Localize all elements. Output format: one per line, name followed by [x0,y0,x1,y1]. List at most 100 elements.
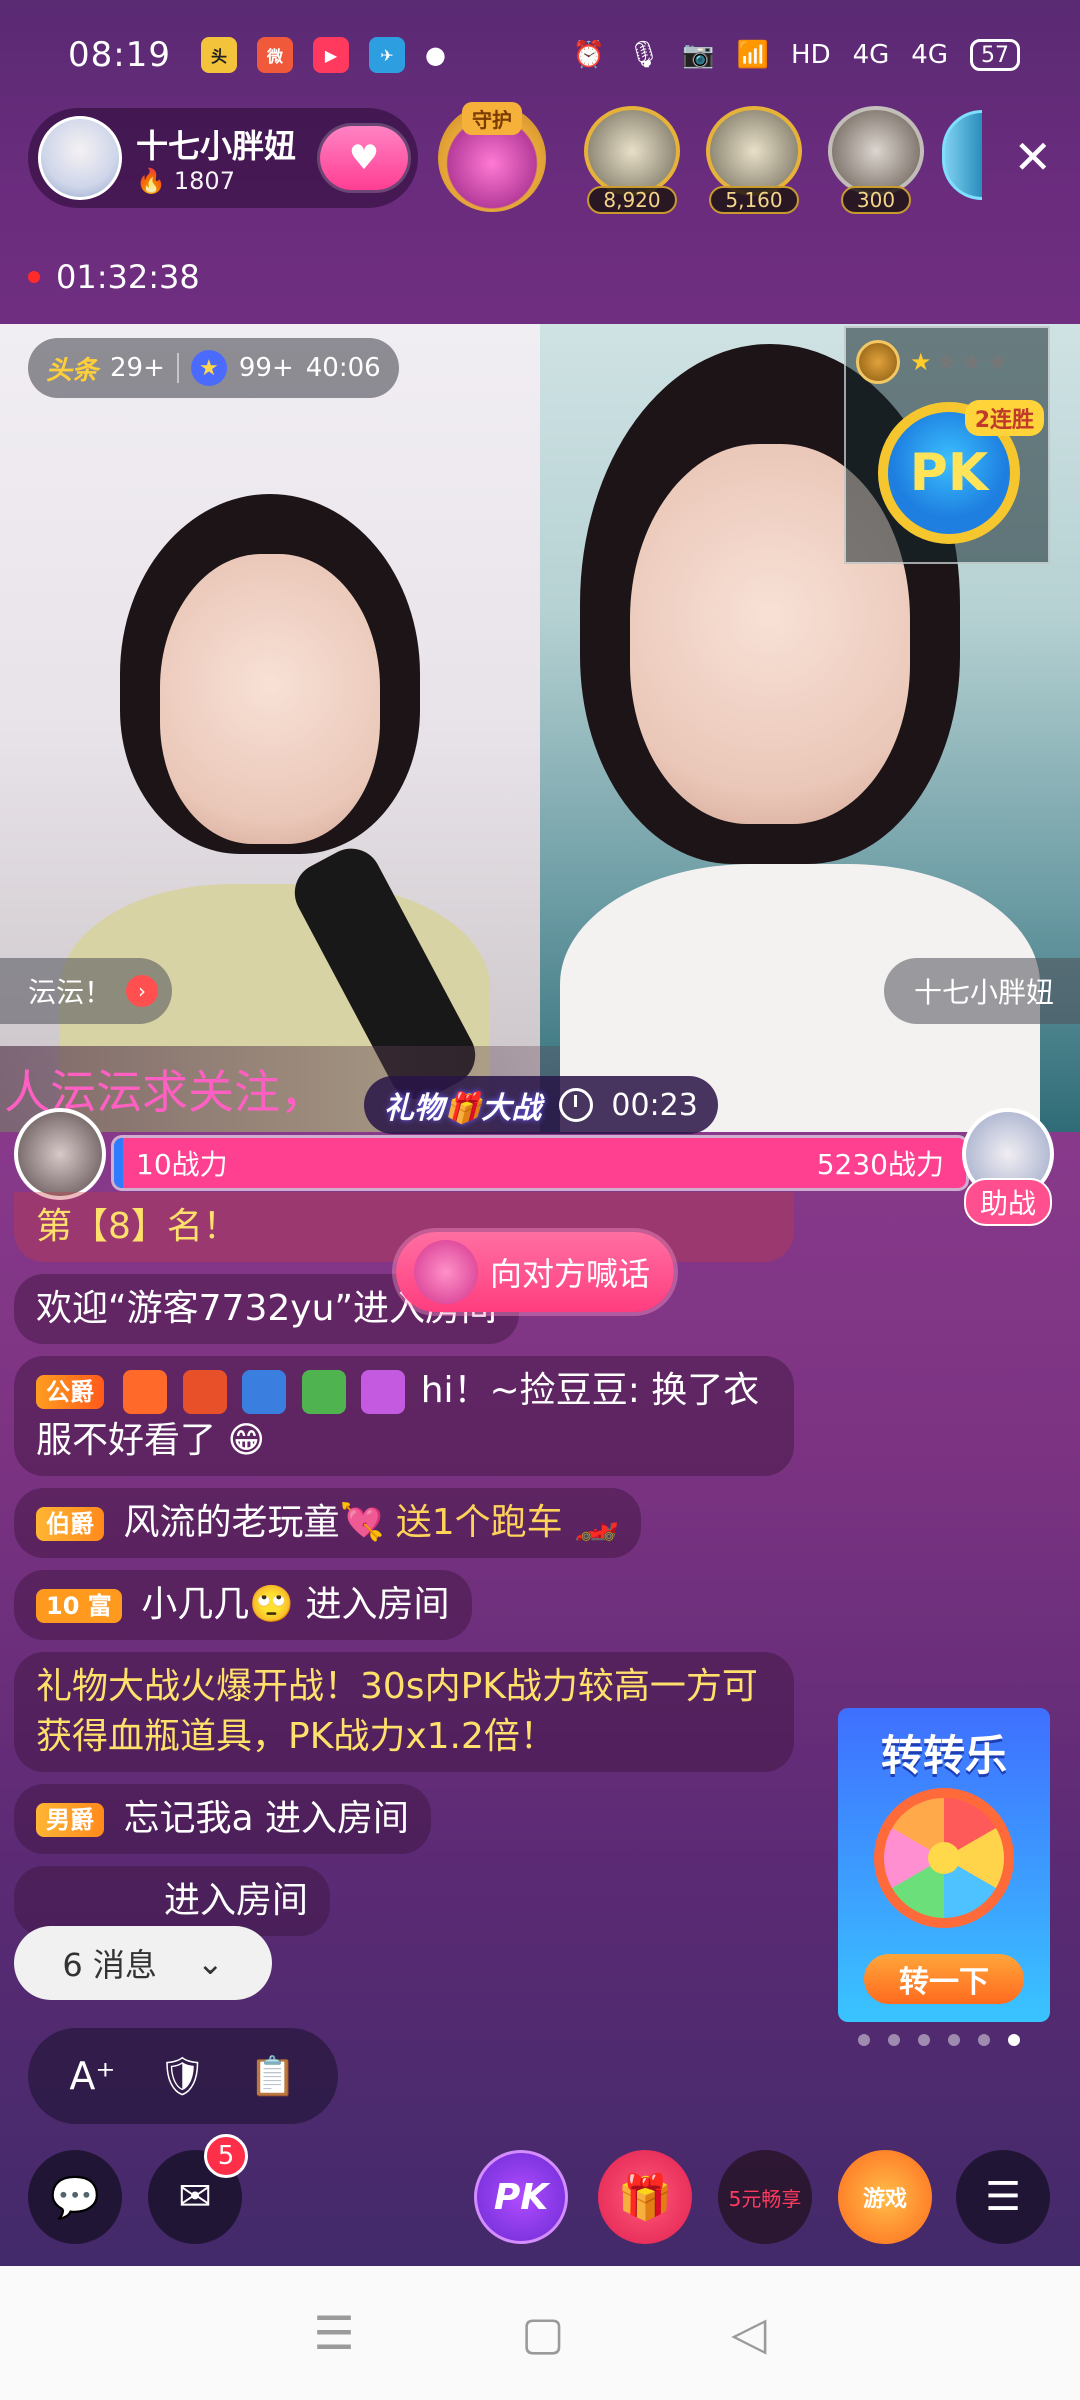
right-power: 5230战力 [816,1148,944,1181]
guard-shield-icon[interactable]: 🛡 [158,2054,206,2099]
menu-button[interactable]: ☰ [956,2150,1050,2244]
host-avatar[interactable] [38,116,122,200]
recents-icon[interactable]: ☰ [313,2306,354,2360]
signal-4g-1: 4G [852,40,890,70]
rank-avatar-partial[interactable] [942,110,982,200]
audience-rank-list: 8,920 5,160 300 [576,106,982,214]
status-time: 08:19 [68,35,171,75]
recording-dot-icon [28,271,40,283]
star-icon: ★ [910,348,932,376]
shout-label: 向对方喊话 [490,1255,651,1293]
status-bar: 08:19 头 微 ▶ ✈ ● ⏰ 🎙 📷 📶 HD 4G 4G 57 [0,0,1080,110]
status-app-icons: 头 微 ▶ ✈ ● [200,37,446,73]
chat-action: 进入房间 [264,1798,409,1839]
battery-icon: 57 [970,39,1020,71]
host-name: 十七小胖妞 [136,127,297,165]
game-button[interactable]: 游戏 [838,2150,932,2244]
left-streamer-tag[interactable]: 沄沄！ › [0,958,173,1024]
pk-progress: 10战力 5230战力 [114,1138,966,1188]
promo-title: 转转乐 [880,1731,1007,1780]
headline-chip[interactable]: 头条 29+ ★ 99+ 40:06 [28,338,399,398]
live-timer: 01:32:38 [28,258,200,296]
earl-badge: 伯爵 [36,1507,104,1541]
pager-dot-active[interactable] [1008,2034,1020,2046]
video-app-icon: ▶ [312,37,349,73]
live-timer-value: 01:32:38 [56,258,200,296]
pager-dot[interactable] [918,2034,930,2046]
close-button[interactable]: ✕ [1013,134,1052,180]
host-info: 十七小胖妞 🔥 1807 [136,121,296,195]
star-icon: ★ [190,350,227,386]
chevron-down-icon: ⌄ [196,1944,224,1982]
chat-gift-action: 送1个跑车 🏎️ [395,1502,619,1543]
new-messages-button[interactable]: 6 消息 ⌄ [14,1926,272,2000]
gift-button[interactable]: 🎁 [598,2150,692,2244]
chat-message: 公爵 hi！~捡豆豆: 换了衣服不好看了 😁 [14,1356,794,1476]
menu-icon: ☰ [985,2174,1021,2220]
chat-user: 风流的老玩童💘 [123,1502,385,1543]
rank-item[interactable]: 5,160 [698,106,810,214]
mail-icon: ✉ [178,2174,212,2220]
system-message: 礼物大战火爆开战！30s内PK战力较高一方可获得血瓶道具，PK战力x1.2倍！ [14,1652,794,1772]
rank-item[interactable]: 300 [820,106,932,214]
system-nav-bar: ☰ ▢ ◁ [0,2266,1080,2400]
headline-tag: 头条 [46,355,99,386]
pager-dot[interactable] [948,2034,960,2046]
shout-to-opponent-button[interactable]: 向对方喊话 [396,1232,675,1312]
chat-message: 10 富 小几几🙄 进入房间 [14,1570,472,1640]
mail-notification-badge: 5 [204,2134,248,2178]
medal-icon [182,1370,227,1414]
pk-status-panel[interactable]: ★ ★ ★ ★ PK 2连胜 [844,326,1050,564]
chat-message: 伯爵 风流的老玩童💘 送1个跑车 🏎️ [14,1488,641,1558]
font-size-icon[interactable]: A⁺ [69,2054,115,2098]
guard-label: 守护 [462,102,522,135]
follow-heart-button[interactable]: ♥ [320,126,408,190]
assist-button[interactable]: 助战 [963,1178,1052,1226]
pager-dot[interactable] [978,2034,990,2046]
rank-avatar [706,106,802,196]
pk-level-stars: ★ ★ ★ ★ [856,340,1008,384]
flame-icon: 🔥 [136,167,166,195]
left-streamer-name: 沄沄！ [28,976,113,1009]
back-icon[interactable]: ◁ [731,2306,766,2360]
rank-score: 5,160 [709,186,799,214]
left-supporter-avatar[interactable] [14,1108,106,1200]
spin-button[interactable]: 转一下 [864,1954,1024,2004]
camera-icon: 📷 [682,40,715,70]
notes-icon[interactable]: 📋 [249,2054,296,2099]
chat-action: 进入房间 [305,1584,450,1625]
mic-icon: 🎙 [627,40,661,70]
pager-dot[interactable] [858,2034,870,2046]
alarm-icon: ⏰ [572,40,606,70]
right-streamer-tag: 十七小胖妞 [883,958,1080,1024]
telegram-icon: ✈ [368,37,405,73]
chat-user: 小几几🙄 [141,1584,295,1625]
chip-divider [176,353,179,383]
left-power: 10战力 [136,1148,228,1181]
chat-button[interactable]: 💬 [28,2150,122,2244]
tool-pill: A⁺ 🛡 📋 [28,2028,338,2124]
left-streamer-face [160,554,380,844]
host-card[interactable]: 十七小胖妞 🔥 1807 ♥ [28,108,418,208]
medal-icon [242,1370,287,1414]
megaphone-icon [414,1240,478,1304]
wifi-icon: 📶 [736,40,770,70]
home-icon[interactable]: ▢ [521,2306,564,2360]
new-messages-label: 6 消息 [62,1946,157,1984]
mail-button[interactable]: ✉ 5 [148,2134,248,2244]
pager-dot[interactable] [888,2034,900,2046]
bottom-action-bar: 💬 ✉ 5 PK 🎁 5元畅享 游戏 ☰ [0,2134,1080,2254]
rank-item[interactable]: 8,920 [576,106,688,214]
chip-time: 40:06 [305,353,381,383]
chat-user: 忘记我a [123,1798,254,1839]
chat-list[interactable]: 第【8】名！ 欢迎“游客7732yu”进入房间 公爵 hi！~捡豆豆: 换了衣服… [14,1192,804,1948]
pk-button[interactable]: PK [474,2150,568,2244]
crown-icon [361,1370,406,1414]
star-icon: ★ [935,348,958,376]
star-icon: ★ [961,348,983,376]
guard-badge[interactable]: 守护 [438,102,546,212]
lucky-wheel-promo[interactable]: 转转乐 转一下 [838,1708,1050,2022]
host-heat: 🔥 1807 [136,167,296,195]
coupon-button[interactable]: 5元畅享 [718,2150,812,2244]
wealth-badge: 10 富 [36,1589,122,1623]
